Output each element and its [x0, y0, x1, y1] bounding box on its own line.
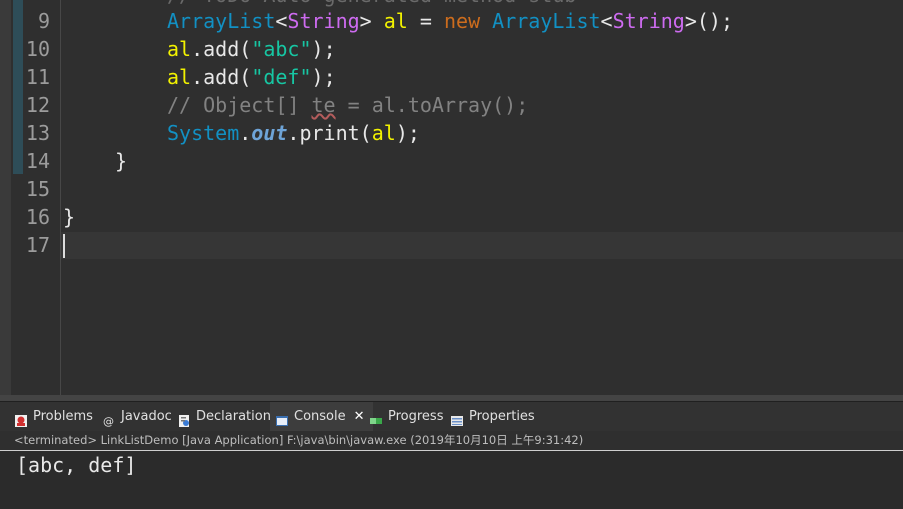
angle-open: <: [275, 9, 288, 33]
call-end: );: [311, 37, 336, 61]
variable-token: al: [383, 9, 408, 33]
code-line-12: // Object[] te = al.toArray();: [167, 91, 528, 119]
tab-progress[interactable]: Progress: [369, 402, 443, 432]
code-line-9: ArrayList<String> al = new ArrayList<Str…: [167, 7, 733, 35]
comment-text: = al.toArray();: [335, 93, 529, 117]
code-line-16: }: [63, 205, 76, 229]
generic-type: String: [612, 9, 685, 33]
call-end: );: [311, 65, 336, 89]
line-number: 13: [25, 121, 50, 145]
close-icon[interactable]: ✕: [354, 402, 365, 432]
console-status-header: <terminated> LinkListDemo [Java Applicat…: [0, 431, 903, 451]
javadoc-at-icon: @: [102, 410, 116, 428]
line-number: 15: [25, 177, 50, 201]
tab-declaration[interactable]: Declaration: [177, 402, 271, 432]
line-number: 9: [37, 9, 50, 33]
comment-text: // Object[]: [167, 93, 312, 117]
line-number: 14: [25, 149, 50, 173]
console-terminated-label: <terminated> LinkListDemo [Java Applicat…: [14, 433, 584, 447]
tab-problems[interactable]: Problems: [14, 402, 93, 432]
line-number-gutter: 9 10 11 12 13 14 15 16 17: [24, 0, 60, 396]
tab-properties[interactable]: Properties: [450, 402, 535, 432]
progress-icon: [369, 410, 383, 424]
code-editor[interactable]: 9 10 11 12 13 14 15 16 17 // TODO Auto-g…: [0, 0, 903, 396]
line-number: 17: [25, 233, 50, 257]
line-number: 11: [25, 65, 50, 89]
code-line-10: al.add("abc");: [167, 35, 336, 63]
declaration-icon: [177, 410, 191, 427]
current-line-highlight: [61, 232, 903, 259]
method-call: .add(: [191, 65, 252, 89]
line-number: 16: [25, 205, 50, 229]
text-caret: [63, 234, 65, 258]
line-number: 10: [25, 37, 50, 61]
tab-label: Console: [294, 409, 346, 424]
constructor-call: >();: [684, 9, 733, 33]
type-token: System: [167, 121, 240, 145]
angle-open: <: [600, 9, 613, 33]
tab-console[interactable]: Console ✕: [270, 402, 373, 432]
bottom-panel-tabbar: Problems @ Javadoc Declaration Console ✕…: [0, 401, 903, 432]
tab-label: Declaration: [196, 409, 271, 424]
tab-label: Problems: [33, 409, 93, 424]
string-literal: "def": [251, 65, 312, 89]
dot-token: .: [239, 121, 252, 145]
console-icon: [275, 410, 289, 426]
generic-type: String: [287, 9, 360, 33]
method-call: .add(: [191, 37, 252, 61]
change-indicator-bar: [13, 0, 23, 174]
type-token: ArrayList: [167, 9, 276, 33]
type-token: ArrayList: [480, 9, 601, 33]
variable-token: al: [167, 65, 192, 89]
svg-text:@: @: [103, 415, 114, 428]
comment-squiggle-text: te: [311, 93, 336, 117]
variable-token: al: [371, 121, 396, 145]
console-output-text: [abc, def]: [16, 453, 137, 477]
tab-label: Progress: [388, 409, 444, 424]
editor-left-strip: [0, 0, 11, 396]
keyword-new: new: [443, 9, 481, 33]
gutter-separator: [60, 0, 61, 396]
angle-close: >: [359, 9, 384, 33]
tab-javadoc[interactable]: @ Javadoc: [102, 402, 172, 432]
tab-label: Javadoc: [121, 409, 172, 424]
code-line-14: }: [115, 149, 128, 173]
code-line-11: al.add("def");: [167, 63, 336, 91]
properties-icon: [450, 410, 464, 426]
method-call: .print(: [287, 121, 372, 145]
call-end: );: [395, 121, 420, 145]
code-line-13: System.out.print(al);: [167, 119, 420, 147]
string-literal: "abc": [251, 37, 312, 61]
problems-icon: [14, 410, 28, 427]
variable-token: al: [167, 37, 192, 61]
line-number: 12: [25, 93, 50, 117]
assign-token: =: [407, 9, 444, 33]
tab-label: Properties: [469, 409, 535, 424]
console-output-area[interactable]: [abc, def]: [0, 451, 903, 509]
static-field: out: [251, 121, 288, 145]
